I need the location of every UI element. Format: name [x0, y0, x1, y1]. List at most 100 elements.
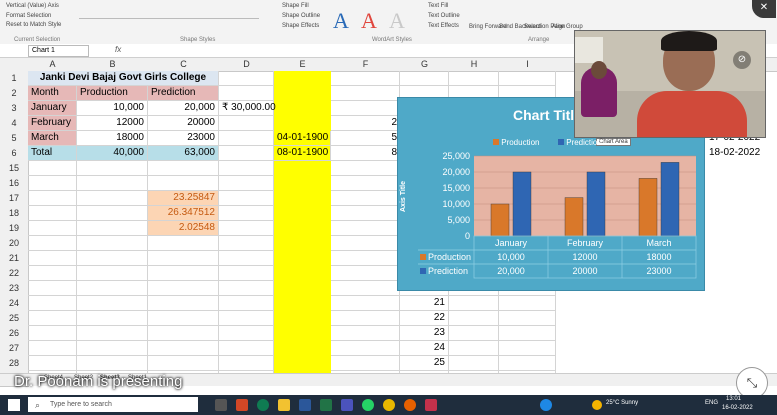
grid-cell[interactable] [400, 71, 449, 86]
grid-cell[interactable] [77, 221, 148, 236]
cell-g26[interactable]: 23 [400, 326, 449, 341]
cell-g24[interactable]: 21 [400, 296, 449, 311]
grid-cell[interactable] [449, 356, 499, 371]
grid-cell[interactable] [148, 296, 219, 311]
grid-cell[interactable] [219, 146, 274, 161]
cell-c19[interactable]: 2.02548 [148, 221, 219, 236]
grid-cell[interactable] [28, 326, 77, 341]
grid-cell[interactable] [77, 296, 148, 311]
row-header[interactable]: 18 [0, 206, 29, 222]
grid-cell[interactable] [331, 251, 400, 266]
cell-b6[interactable]: 40,000 [77, 146, 148, 161]
format-selection-button[interactable]: Format Selection [6, 13, 51, 19]
word-icon[interactable] [299, 399, 311, 411]
windows-start-icon[interactable] [8, 399, 20, 411]
grid-cell[interactable] [77, 356, 148, 371]
name-box[interactable]: Chart 1 [28, 45, 89, 57]
grid-cell[interactable] [219, 71, 274, 86]
column-header[interactable]: B [77, 58, 149, 72]
file-explorer-icon[interactable] [278, 399, 290, 411]
firefox-icon[interactable] [404, 399, 416, 411]
column-header[interactable]: D [219, 58, 275, 72]
cell-c5[interactable]: 23000 [148, 131, 219, 146]
grid-cell[interactable] [28, 281, 77, 296]
grid-cell[interactable] [219, 341, 274, 356]
clock-time[interactable]: 13:01 [726, 396, 741, 402]
row-header[interactable]: 19 [0, 221, 29, 237]
grid-cell[interactable] [148, 236, 219, 251]
powerpoint-icon[interactable] [236, 399, 248, 411]
text-fill-button[interactable]: Text Fill [428, 3, 448, 9]
grid-cell[interactable] [28, 341, 77, 356]
grid-cell[interactable] [449, 296, 499, 311]
row-header[interactable]: 26 [0, 326, 29, 342]
grid-cell[interactable] [28, 356, 77, 371]
grid-cell[interactable] [331, 356, 400, 371]
column-header[interactable]: H [449, 58, 500, 72]
meet-icon[interactable] [540, 399, 552, 411]
grid-cell[interactable] [331, 176, 400, 191]
grid-cell[interactable] [219, 266, 274, 281]
row-header[interactable]: 21 [0, 251, 29, 267]
grid-cell[interactable] [28, 221, 77, 236]
grid-cell[interactable] [331, 101, 400, 116]
cell-b2[interactable]: Production [77, 86, 148, 101]
row-header[interactable]: 3 [0, 101, 29, 117]
grid-cell[interactable] [331, 311, 400, 326]
grid-cell[interactable] [219, 311, 274, 326]
grid-cell[interactable] [77, 341, 148, 356]
column-header[interactable]: I [499, 58, 557, 72]
text-effects-button[interactable]: Text Effects [428, 23, 459, 29]
grid-cell[interactable] [148, 356, 219, 371]
cell-a4[interactable]: February [28, 116, 77, 131]
grid-cell[interactable] [28, 296, 77, 311]
select-all-corner[interactable] [0, 58, 29, 72]
cell-a2[interactable]: Month [28, 86, 77, 101]
row-header[interactable]: 4 [0, 116, 29, 132]
grid-cell[interactable] [77, 236, 148, 251]
grid-cell[interactable] [449, 341, 499, 356]
clock-date[interactable]: 16-02-2022 [722, 405, 753, 411]
grid-cell[interactable] [331, 341, 400, 356]
cell-c2[interactable]: Prediction [148, 86, 219, 101]
cell-e6[interactable]: 08-01-1900 [274, 146, 331, 161]
cell-d3[interactable]: ₹ 30,000.00 [219, 101, 276, 116]
row-header[interactable]: 16 [0, 176, 29, 192]
language-indicator[interactable]: ENG [705, 400, 718, 406]
cell-c18[interactable]: 26.347512 [148, 206, 219, 221]
cell-b5[interactable]: 18000 [77, 131, 148, 146]
grid-cell[interactable] [499, 341, 556, 356]
grid-cell[interactable] [77, 326, 148, 341]
text-outline-button[interactable]: Text Outline [428, 13, 460, 19]
task-view-icon[interactable] [215, 399, 227, 411]
grid-cell[interactable] [331, 326, 400, 341]
grid-cell[interactable] [449, 326, 499, 341]
row-header[interactable]: 25 [0, 311, 29, 327]
excel-icon[interactable] [320, 399, 332, 411]
grid-cell[interactable] [331, 71, 400, 86]
cell-c17[interactable]: 23.25847 [148, 191, 219, 206]
grid-cell[interactable] [148, 251, 219, 266]
grid-cell[interactable] [331, 296, 400, 311]
align-button[interactable]: Align [552, 24, 565, 30]
grid-cell[interactable] [331, 221, 400, 236]
grid-cell[interactable] [331, 191, 400, 206]
column-header[interactable]: E [274, 58, 332, 72]
cell-e5[interactable]: 04-01-1900 [274, 131, 331, 146]
row-header[interactable]: 15 [0, 161, 29, 177]
shape-outline-button[interactable]: Shape Outline [282, 13, 320, 19]
row-header[interactable]: 1 [0, 71, 29, 87]
grid-cell[interactable] [28, 266, 77, 281]
grid-cell[interactable] [219, 251, 274, 266]
column-header[interactable]: A [28, 58, 78, 72]
row-header[interactable]: 27 [0, 341, 29, 357]
grid-cell[interactable] [449, 71, 499, 86]
cell-g27[interactable]: 24 [400, 341, 449, 356]
cell-g25[interactable]: 22 [400, 311, 449, 326]
grid-cell[interactable] [28, 191, 77, 206]
grid-cell[interactable] [77, 161, 148, 176]
row-header[interactable]: 6 [0, 146, 29, 162]
reset-style-button[interactable]: Reset to Match Style [6, 22, 61, 28]
grid-cell[interactable] [28, 161, 77, 176]
column-header[interactable]: G [400, 58, 450, 72]
